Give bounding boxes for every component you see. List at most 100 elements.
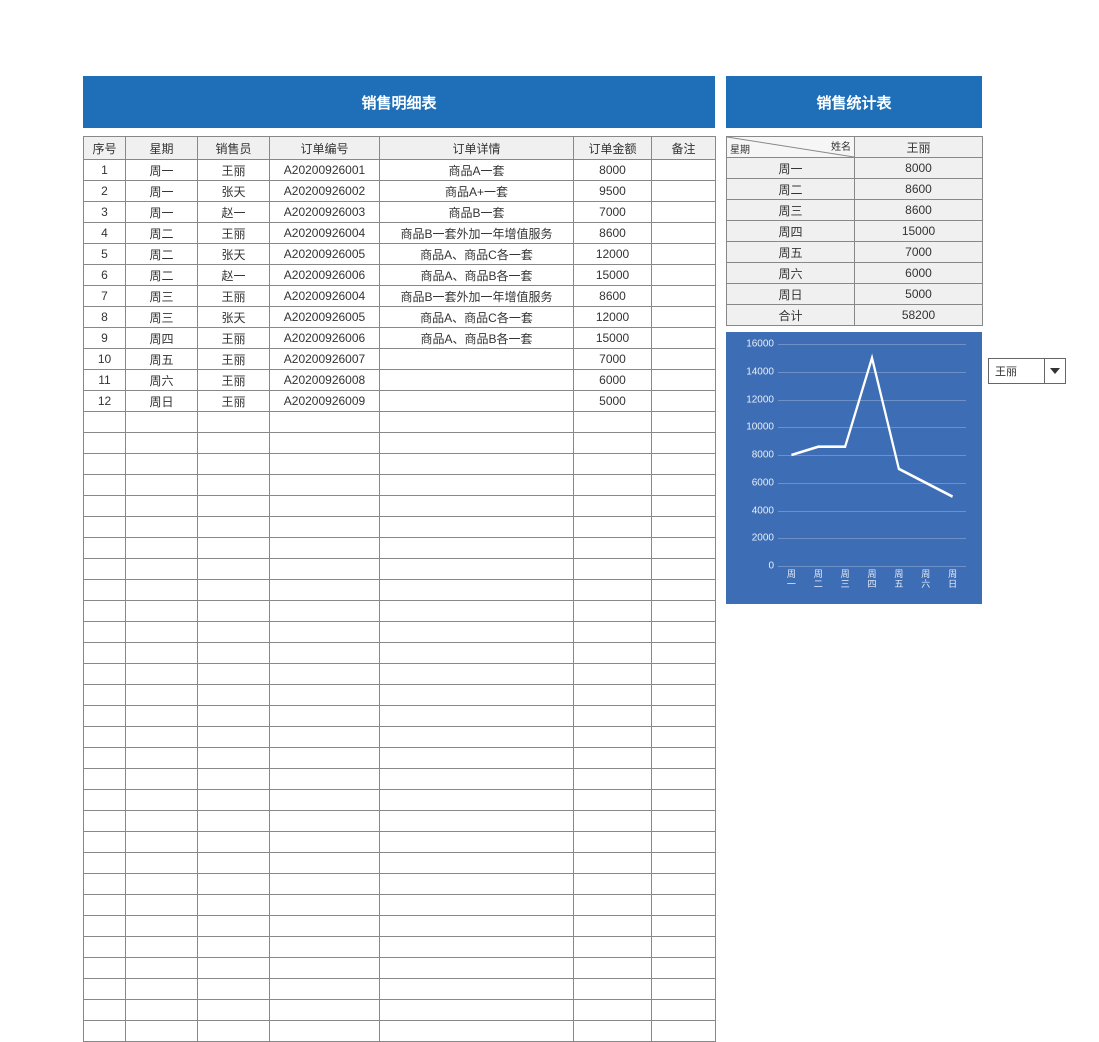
cell[interactable]: A20200926001: [270, 160, 380, 181]
cell[interactable]: [380, 1000, 574, 1021]
cell[interactable]: 8600: [574, 223, 652, 244]
table-row[interactable]: 1周一王丽A20200926001商品A一套8000: [84, 160, 716, 181]
cell[interactable]: [652, 601, 716, 622]
cell[interactable]: [84, 685, 126, 706]
cell[interactable]: 6000: [574, 370, 652, 391]
cell[interactable]: [652, 160, 716, 181]
cell[interactable]: [126, 475, 198, 496]
cell[interactable]: [380, 517, 574, 538]
table-row[interactable]: 7周三王丽A20200926004商品B一套外加一年增值服务8600: [84, 286, 716, 307]
cell[interactable]: [380, 769, 574, 790]
table-row[interactable]: 4周二王丽A20200926004商品B一套外加一年增值服务8600: [84, 223, 716, 244]
cell[interactable]: A20200926007: [270, 349, 380, 370]
table-row[interactable]: [84, 706, 716, 727]
cell[interactable]: [198, 958, 270, 979]
cell[interactable]: [574, 622, 652, 643]
cell[interactable]: 周六: [126, 370, 198, 391]
cell[interactable]: [380, 349, 574, 370]
cell[interactable]: [198, 916, 270, 937]
cell[interactable]: [198, 748, 270, 769]
cell[interactable]: [652, 832, 716, 853]
table-row[interactable]: [84, 559, 716, 580]
cell[interactable]: [652, 748, 716, 769]
cell[interactable]: [126, 496, 198, 517]
cell[interactable]: [84, 706, 126, 727]
table-row[interactable]: 11周六王丽A202009260086000: [84, 370, 716, 391]
cell[interactable]: [198, 685, 270, 706]
cell[interactable]: [380, 538, 574, 559]
cell[interactable]: [198, 433, 270, 454]
cell[interactable]: [126, 790, 198, 811]
cell[interactable]: [84, 748, 126, 769]
cell[interactable]: [380, 601, 574, 622]
cell[interactable]: [198, 979, 270, 1000]
cell[interactable]: [270, 937, 380, 958]
cell[interactable]: [84, 1021, 126, 1042]
table-row[interactable]: [84, 895, 716, 916]
table-row[interactable]: [84, 433, 716, 454]
cell[interactable]: [380, 937, 574, 958]
cell[interactable]: [84, 727, 126, 748]
cell[interactable]: [574, 538, 652, 559]
cell[interactable]: [126, 979, 198, 1000]
cell[interactable]: [270, 811, 380, 832]
table-row[interactable]: [84, 727, 716, 748]
cell[interactable]: [380, 391, 574, 412]
cell[interactable]: [270, 916, 380, 937]
cell[interactable]: [126, 412, 198, 433]
cell[interactable]: 3: [84, 202, 126, 223]
cell[interactable]: [380, 559, 574, 580]
cell[interactable]: [126, 580, 198, 601]
cell[interactable]: [574, 727, 652, 748]
cell[interactable]: 周日: [126, 391, 198, 412]
cell[interactable]: [574, 769, 652, 790]
cell[interactable]: 周二: [126, 244, 198, 265]
cell[interactable]: [380, 664, 574, 685]
cell[interactable]: [84, 517, 126, 538]
cell[interactable]: 15000: [574, 265, 652, 286]
cell[interactable]: [380, 832, 574, 853]
cell[interactable]: [84, 895, 126, 916]
cell[interactable]: [126, 517, 198, 538]
cell[interactable]: [652, 1000, 716, 1021]
cell[interactable]: [198, 475, 270, 496]
cell[interactable]: [380, 790, 574, 811]
cell[interactable]: A20200926005: [270, 244, 380, 265]
cell[interactable]: [126, 1000, 198, 1021]
table-row[interactable]: [84, 748, 716, 769]
cell[interactable]: [198, 937, 270, 958]
cell[interactable]: [270, 769, 380, 790]
cell[interactable]: [574, 790, 652, 811]
cell[interactable]: [270, 706, 380, 727]
cell[interactable]: 12: [84, 391, 126, 412]
cell[interactable]: [84, 601, 126, 622]
table-row[interactable]: [84, 601, 716, 622]
cell[interactable]: [270, 496, 380, 517]
cell[interactable]: A20200926006: [270, 328, 380, 349]
cell[interactable]: [652, 517, 716, 538]
cell[interactable]: 2: [84, 181, 126, 202]
table-row[interactable]: 5周二张天A20200926005商品A、商品C各一套12000: [84, 244, 716, 265]
cell[interactable]: [380, 496, 574, 517]
cell[interactable]: [84, 643, 126, 664]
table-row[interactable]: [84, 685, 716, 706]
cell[interactable]: [574, 1021, 652, 1042]
cell[interactable]: [198, 832, 270, 853]
table-row[interactable]: [84, 979, 716, 1000]
table-row[interactable]: [84, 475, 716, 496]
cell[interactable]: [270, 874, 380, 895]
cell[interactable]: [84, 853, 126, 874]
cell[interactable]: [574, 958, 652, 979]
cell[interactable]: [198, 706, 270, 727]
cell[interactable]: [84, 559, 126, 580]
cell[interactable]: [652, 916, 716, 937]
cell[interactable]: [126, 958, 198, 979]
cell[interactable]: 周四: [126, 328, 198, 349]
summary-table[interactable]: 星期姓名王丽周一8000周二8600周三8600周四15000周五7000周六6…: [726, 136, 983, 326]
cell[interactable]: A20200926006: [270, 265, 380, 286]
cell[interactable]: [84, 622, 126, 643]
cell[interactable]: 商品A、商品B各一套: [380, 265, 574, 286]
cell[interactable]: [574, 496, 652, 517]
cell[interactable]: 张天: [198, 307, 270, 328]
cell[interactable]: 12000: [574, 244, 652, 265]
